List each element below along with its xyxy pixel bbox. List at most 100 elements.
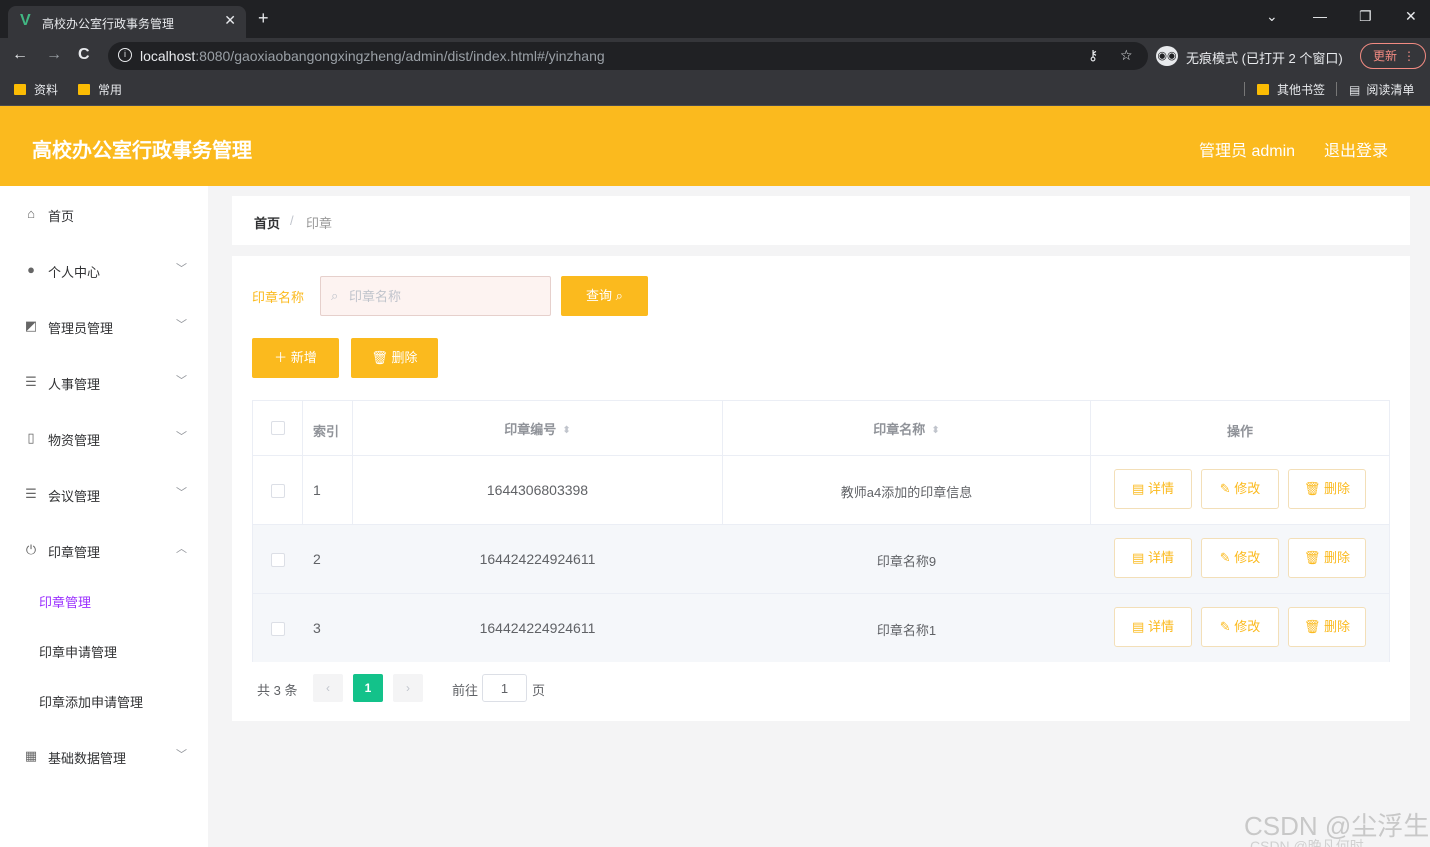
bookmark-item[interactable]: 资料 [14, 81, 58, 98]
query-button[interactable]: 查询 ⌕ [561, 276, 648, 316]
header-code[interactable]: 印章编号 ⬍ [353, 419, 722, 438]
watermark-secondary: CSDN @晚凡何时 [1250, 838, 1364, 847]
breadcrumb-separator: / [290, 213, 294, 228]
bookmark-item[interactable]: 常用 [78, 81, 122, 98]
trash-icon: 🗑︎ [1303, 550, 1325, 565]
seal-table: 索引 印章编号 ⬍ 印章名称 ⬍ 操作 1 1644306803398 教师a4添加… [252, 400, 1390, 662]
update-label: 更新 [1373, 49, 1398, 63]
grid-icon: ▦ [24, 748, 38, 763]
delete-button[interactable]: 🗑︎ 删除 [1288, 469, 1366, 509]
bookmark-other[interactable]: 其他书签 [1244, 81, 1325, 98]
update-button[interactable]: 更新 ⋮ [1360, 43, 1426, 69]
new-tab-icon[interactable]: + [258, 9, 269, 27]
logout-link[interactable]: 退出登录 [1324, 137, 1388, 161]
row-checkbox[interactable] [271, 622, 285, 636]
edit-button[interactable]: ✎ 修改 [1201, 469, 1279, 509]
submenu-item-seal-apply[interactable]: 印章申请管理 [0, 626, 208, 676]
forward-icon[interactable]: → [46, 46, 62, 64]
incognito-label: 无痕模式 (已打开 2 个窗口) [1186, 51, 1343, 66]
query-label: 查询 [586, 288, 613, 303]
edit-button[interactable]: ✎ 修改 [1201, 538, 1279, 578]
next-page-button[interactable]: › [393, 674, 423, 702]
search-icon: ⌕ [331, 288, 339, 303]
table-header: 索引 印章编号 ⬍ 印章名称 ⬍ 操作 [253, 401, 1389, 456]
sidebar-item-label: 印章管理 [48, 545, 101, 560]
chevron-down-icon: ﹀ [176, 319, 187, 331]
add-label: 新增 [290, 350, 317, 365]
bookmarks-bar: 资料 常用 其他书签 ▤ 阅读清单 [0, 74, 1430, 106]
sidebar-item-seal[interactable]: ⏻ 印章管理 ︿ [0, 522, 208, 578]
chevron-down-icon[interactable]: ⌄ [1266, 8, 1278, 25]
folder-icon [78, 84, 90, 95]
row-checkbox[interactable] [271, 484, 285, 498]
sidebar-item-home[interactable]: ⌂ 首页 [0, 186, 208, 242]
delete-button[interactable]: 🗑︎ 删除 [1288, 538, 1366, 578]
sidebar-item-basic-data[interactable]: ▦ 基础数据管理 ﹀ [0, 728, 208, 784]
sidebar-item-hr[interactable]: ☰ 人事管理 ﹀ [0, 354, 208, 410]
submenu-item-seal-add-apply[interactable]: 印章添加申请管理 [0, 676, 208, 726]
sidebar-item-label: 会议管理 [48, 489, 101, 504]
delete-button[interactable]: 🗑︎ 删除 [1288, 607, 1366, 647]
chart-icon: ◩ [24, 318, 38, 333]
sort-icon[interactable]: ⬍ [562, 425, 570, 436]
prev-page-button[interactable]: ‹ [313, 674, 343, 702]
cell-code: 164424224924611 [479, 620, 596, 636]
cell-index: 1 [313, 482, 321, 498]
delete-label: 删除 [391, 350, 418, 365]
sidebar-item-meeting[interactable]: ☰ 会议管理 ﹀ [0, 466, 208, 522]
row-checkbox[interactable] [271, 553, 285, 567]
sidebar-item-profile[interactable]: ● 个人中心 ﹀ [0, 242, 208, 298]
search-field[interactable]: ⌕ [320, 276, 551, 316]
close-tab-icon[interactable]: ✕ [224, 12, 236, 29]
restore-icon[interactable]: ❐ [1359, 8, 1372, 25]
vue-logo-icon: V [20, 12, 31, 29]
back-icon[interactable]: ← [12, 46, 28, 64]
chevron-down-icon: ﹀ [176, 487, 187, 499]
sidebar-item-label: 基础数据管理 [48, 751, 127, 766]
app-title: 高校办公室行政事务管理 [32, 140, 252, 162]
detail-button[interactable]: ▤ 详情 [1114, 607, 1192, 647]
folder-icon [1257, 84, 1269, 95]
submenu-label: 印章申请管理 [39, 645, 118, 660]
sidebar-item-supplies[interactable]: ▯ 物资管理 ﹀ [0, 410, 208, 466]
info-icon[interactable]: i [118, 48, 132, 62]
goto-page-input[interactable] [482, 674, 527, 702]
chevron-up-icon: ︿ [176, 543, 187, 555]
trash-icon: 🗑︎ [371, 350, 392, 365]
reading-list[interactable]: ▤ 阅读清单 [1336, 81, 1414, 98]
close-window-icon[interactable]: ✕ [1405, 8, 1417, 25]
trash-icon: 🗑︎ [1303, 619, 1325, 634]
sidebar-item-admin[interactable]: ◩ 管理员管理 ﹀ [0, 298, 208, 354]
url-field[interactable]: i localhost:8080/gaoxiaobangongxingzheng… [108, 42, 1148, 70]
select-all-checkbox[interactable] [271, 421, 285, 435]
sort-icon[interactable]: ⬍ [931, 425, 939, 436]
page-number[interactable]: 1 [353, 674, 383, 702]
mic-icon: ▯ [27, 430, 35, 445]
browser-tab[interactable]: V 高校办公室行政事务管理 ✕ [8, 6, 246, 38]
submenu-item-seal-manage[interactable]: 印章管理 [0, 576, 208, 626]
header-name[interactable]: 印章名称 ⬍ [723, 419, 1090, 438]
minimize-icon[interactable]: — [1313, 8, 1327, 24]
home-icon: ⌂ [27, 206, 35, 221]
browser-tabbar: V 高校办公室行政事务管理 ✕ + ⌄ — ❐ ✕ [0, 0, 1430, 38]
search-input[interactable] [349, 286, 539, 306]
detail-button[interactable]: ▤ 详情 [1114, 469, 1192, 509]
submenu-label: 印章管理 [39, 595, 92, 610]
star-icon[interactable]: ☆ [1120, 47, 1133, 64]
user-icon: ● [27, 262, 35, 277]
sidebar-item-label: 人事管理 [48, 377, 101, 392]
bulk-delete-button[interactable]: 🗑︎ 删除 [351, 338, 438, 378]
add-button[interactable]: ＋ 新增 [252, 338, 339, 378]
edit-button[interactable]: ✎ 修改 [1201, 607, 1279, 647]
reload-icon[interactable]: C [78, 46, 90, 64]
detail-button[interactable]: ▤ 详情 [1114, 538, 1192, 578]
more-icon[interactable]: ⋮ [1403, 44, 1415, 68]
table-row: 3 164424224924611 印章名称1 ▤ 详情 ✎ 修改 🗑︎ 删除 [253, 594, 1389, 662]
url-text: localhost:8080/gaoxiaobangongxingzheng/a… [140, 48, 605, 64]
breadcrumb-home[interactable]: 首页 [254, 213, 280, 232]
cell-name: 印章名称9 [876, 554, 937, 569]
chevron-down-icon: ﹀ [176, 375, 187, 387]
key-icon[interactable]: ⚷ [1088, 47, 1098, 64]
cell-name: 教师a4添加的印章信息 [840, 485, 973, 500]
sidebar-item-label: 管理员管理 [48, 321, 114, 336]
